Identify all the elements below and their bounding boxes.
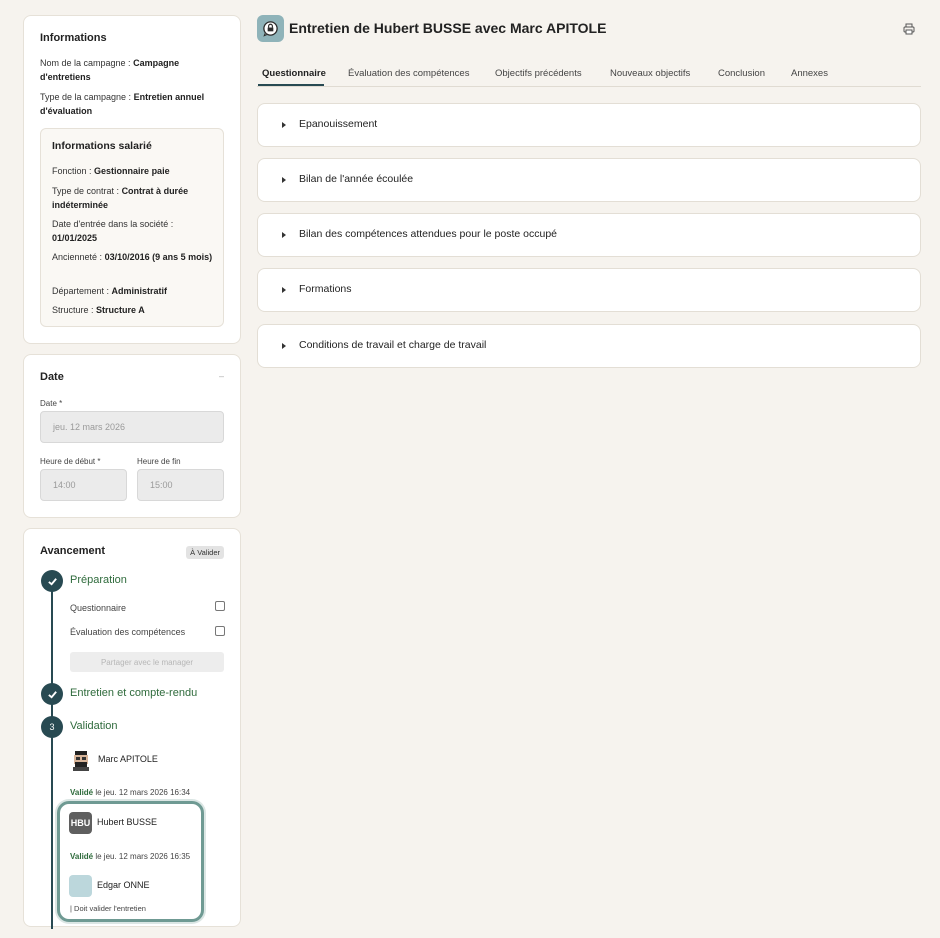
tabs-divider <box>257 86 921 87</box>
caret-right-icon <box>282 343 286 349</box>
employee-entree: Date d'entrée dans la société : 01/01/20… <box>52 219 174 243</box>
section-bilan-annee[interactable]: Bilan de l'année écoulée <box>257 158 921 202</box>
section-label: Bilan de l'année écoulée <box>299 173 414 185</box>
section-label: Formations <box>299 283 352 295</box>
step-validation-number: 3 <box>41 716 63 738</box>
start-time-label: Heure de début * <box>40 457 101 466</box>
section-formations[interactable]: Formations <box>257 268 921 312</box>
employee-departement: Département : Administratif <box>52 286 168 296</box>
validator-status: Validé le jeu. 12 mars 2026 16:35 <box>70 852 191 861</box>
campaign-name: Nom de la campagne : Campagne d'entretie… <box>40 58 180 82</box>
date-title: Date <box>40 371 64 383</box>
informations-title: Informations <box>40 32 107 44</box>
step-validation-label: Validation <box>70 720 118 732</box>
caret-right-icon <box>282 287 286 293</box>
section-epanouissement[interactable]: Epanouissement <box>257 103 921 147</box>
checklist-questionnaire-label: Questionnaire <box>70 603 127 613</box>
date-card: Date – Date * jeu. 12 mars 2026 Heure de… <box>23 354 241 518</box>
tab-nouveaux-objectifs[interactable]: Nouveaux objectifs <box>610 68 690 79</box>
section-label: Conditions de travail et charge de trava… <box>299 339 487 351</box>
employee-structure: Structure : Structure A <box>52 305 145 315</box>
collapse-icon[interactable]: – <box>219 371 224 381</box>
progress-title: Avancement <box>40 545 106 557</box>
timeline-line <box>51 579 53 929</box>
informations-card: Informations Nom de la campagne : Campag… <box>23 15 241 344</box>
tab-annexes[interactable]: Annexes <box>791 68 828 79</box>
caret-right-icon <box>282 232 286 238</box>
section-conditions-travail[interactable]: Conditions de travail et charge de trava… <box>257 324 921 368</box>
section-label: Epanouissement <box>299 118 378 130</box>
campaign-type: Type de la campagne : Entretien annuel d… <box>40 92 205 116</box>
employee-fonction: Fonction : Gestionnaire paie <box>52 166 170 176</box>
caret-right-icon <box>282 122 286 128</box>
interview-icon <box>257 15 284 42</box>
tab-questionnaire[interactable]: Questionnaire <box>262 68 326 79</box>
step-entretien-done-icon <box>41 683 63 705</box>
checklist-competences-label: Évaluation des compétences <box>70 627 186 637</box>
start-time-input[interactable]: 14:00 <box>40 469 127 501</box>
current-validator-highlight: HBU Hubert BUSSE Validé le jeu. 12 mars … <box>57 801 204 922</box>
step-entretien-label: Entretien et compte-rendu <box>70 687 198 699</box>
share-with-manager-button[interactable]: Partager avec le manager <box>70 652 224 672</box>
tab-objectifs-precedents[interactable]: Objectifs précédents <box>495 68 582 79</box>
end-time-input[interactable]: 15:00 <box>137 469 224 501</box>
step-preparation-label: Préparation <box>70 574 127 586</box>
section-label: Bilan des compétences attendues pour le … <box>299 228 558 240</box>
tab-conclusion[interactable]: Conclusion <box>718 68 765 79</box>
validator-name: Marc APITOLE <box>98 754 158 764</box>
checklist-questionnaire-checkbox[interactable] <box>215 601 225 611</box>
validator-name: Edgar ONNE <box>97 880 150 890</box>
employee-info-title: Informations salarié <box>52 140 152 152</box>
caret-right-icon <box>282 177 286 183</box>
checklist-competences-checkbox[interactable] <box>215 626 225 636</box>
employee-anciennete: Ancienneté : 03/10/2016 (9 ans 5 mois) <box>52 252 213 262</box>
tab-evaluation-competences[interactable]: Évaluation des compétences <box>348 68 469 79</box>
print-icon[interactable] <box>903 22 915 35</box>
date-input[interactable]: jeu. 12 mars 2026 <box>40 411 224 443</box>
avatar-hbu: HBU <box>69 812 92 834</box>
avatar-edgar-onne <box>69 875 92 897</box>
validator-note: | Doit valider l'entretien <box>70 904 146 913</box>
page-title: Entretien de Hubert BUSSE avec Marc APIT… <box>289 20 607 36</box>
employee-info-card: Informations salarié Fonction : Gestionn… <box>40 128 224 327</box>
step-preparation-done-icon <box>41 570 63 592</box>
avatar-marc-apitole <box>70 749 92 771</box>
employee-contrat: Type de contrat : Contrat à durée indéte… <box>52 186 189 210</box>
end-time-label: Heure de fin <box>137 457 181 466</box>
status-badge: À Valider <box>186 546 224 559</box>
date-label: Date * <box>40 399 63 408</box>
validator-status: Validé le jeu. 12 mars 2026 16:34 <box>70 788 191 797</box>
section-bilan-competences[interactable]: Bilan des compétences attendues pour le … <box>257 213 921 257</box>
validator-name: Hubert BUSSE <box>97 817 158 827</box>
